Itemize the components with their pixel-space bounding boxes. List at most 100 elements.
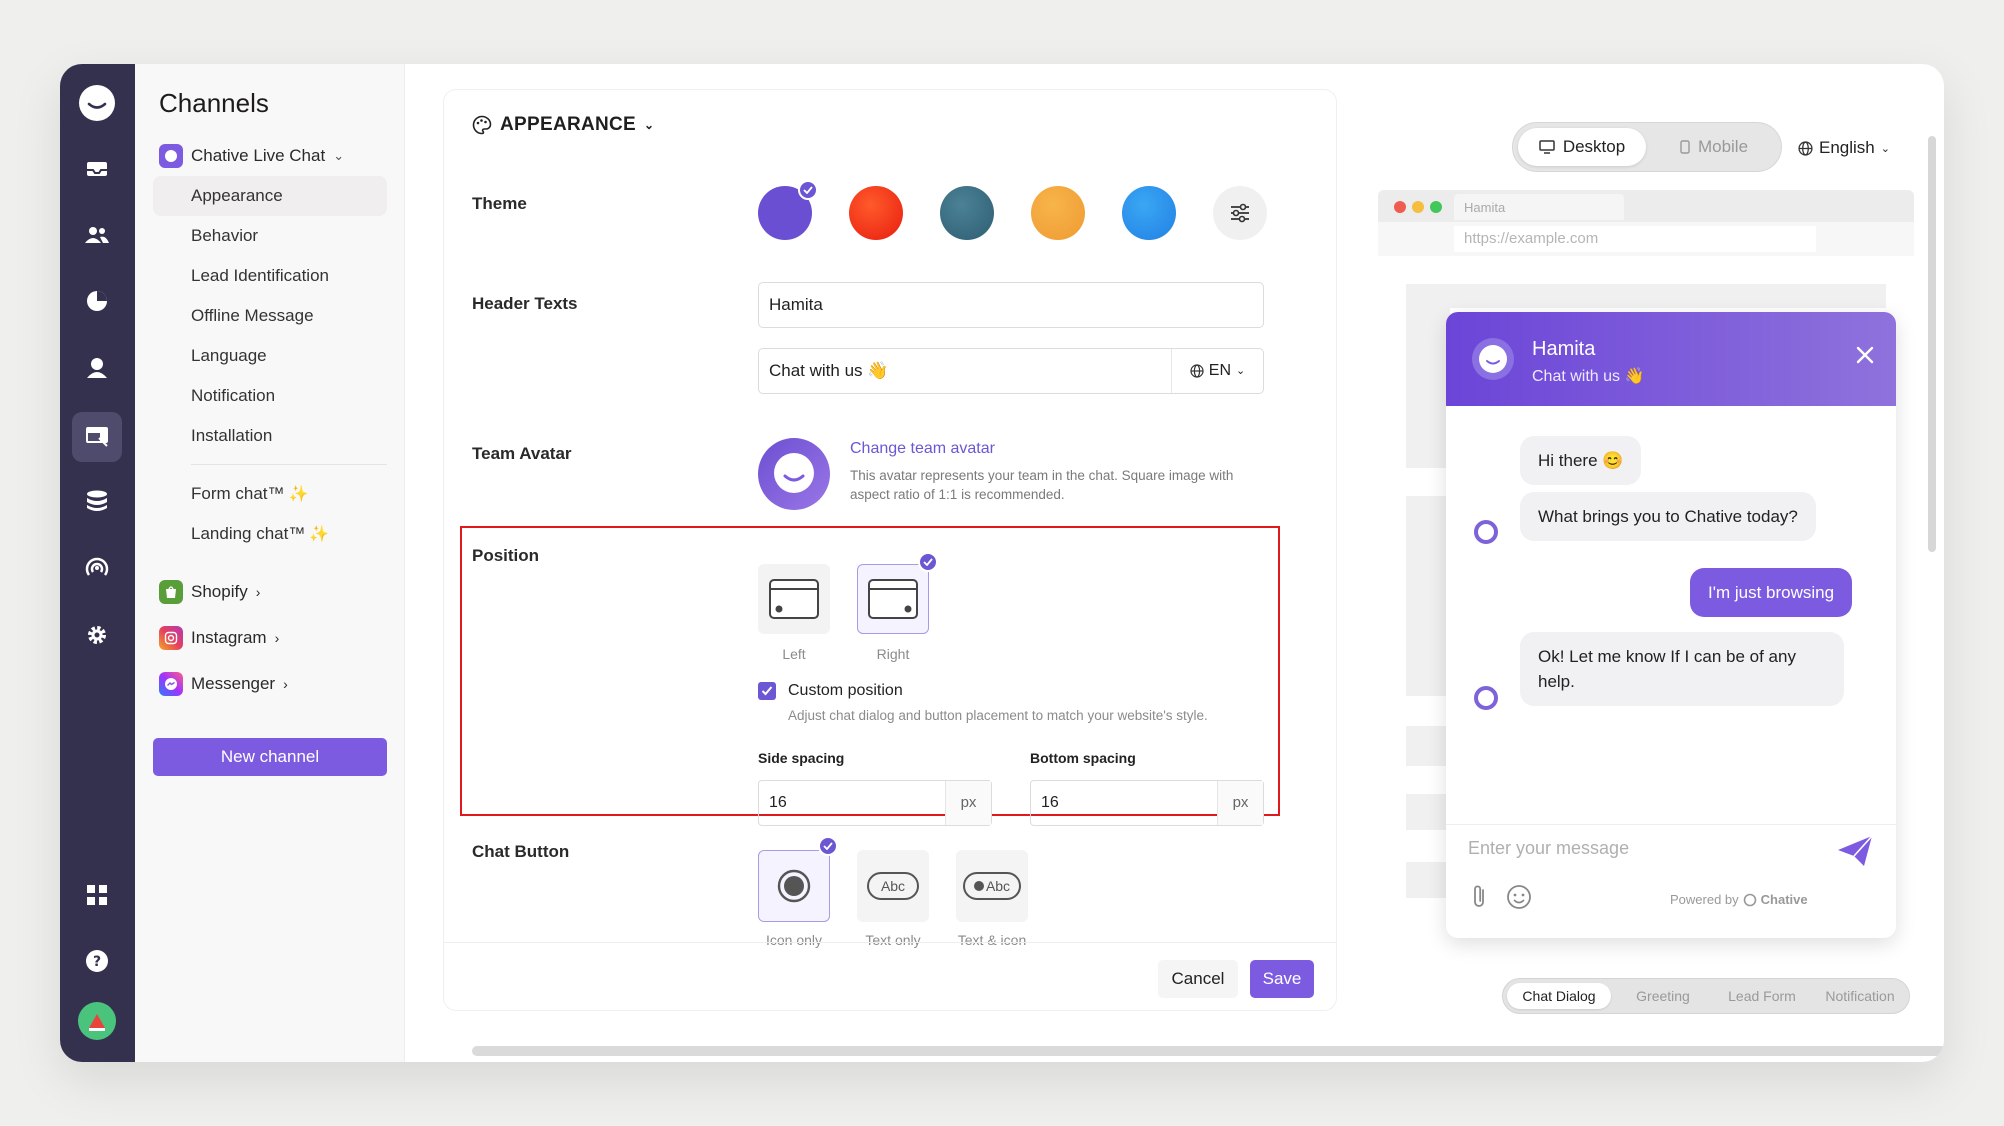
svg-text:?: ? bbox=[93, 954, 101, 970]
sparkle-icon: ✨ bbox=[309, 526, 330, 543]
appearance-header[interactable]: APPEARANCE ⌄ bbox=[472, 114, 654, 136]
team-avatar[interactable] bbox=[758, 438, 830, 510]
sidebar-item-form-chat[interactable]: Form chat™ ✨ bbox=[153, 474, 387, 514]
placeholder-block bbox=[1406, 308, 1450, 468]
powered-by-brand: Chative bbox=[1760, 892, 1808, 907]
preview-language-select[interactable]: English ⌄ bbox=[1798, 130, 1890, 166]
position-right-option[interactable] bbox=[857, 564, 929, 634]
apps-icon[interactable] bbox=[72, 870, 122, 920]
header-language-select[interactable]: EN ⌄ bbox=[1171, 349, 1263, 393]
sidebar-item-language[interactable]: Language bbox=[153, 336, 387, 376]
settings-icon[interactable] bbox=[72, 610, 122, 660]
database-icon[interactable] bbox=[72, 476, 122, 526]
sidebar-item-notification[interactable]: Notification bbox=[153, 376, 387, 416]
bottom-spacing-input[interactable]: 16 px bbox=[1030, 780, 1264, 826]
custom-position-checkbox[interactable] bbox=[758, 682, 776, 700]
channels-icon[interactable] bbox=[72, 412, 122, 462]
new-channel-button[interactable]: New channel bbox=[153, 738, 387, 776]
send-icon[interactable] bbox=[1836, 834, 1874, 873]
close-icon[interactable] bbox=[1856, 346, 1874, 369]
icon-rail: ? bbox=[60, 64, 135, 1062]
channel-shopify[interactable]: Shopify › bbox=[159, 580, 260, 604]
channels-sidebar: Channels Chative Live Chat ⌄ Appearance … bbox=[135, 64, 405, 1062]
device-mobile-tab[interactable]: Mobile bbox=[1653, 128, 1775, 166]
horizontal-scrollbar[interactable] bbox=[472, 1046, 1944, 1056]
change-team-avatar-link[interactable]: Change team avatar bbox=[850, 440, 995, 458]
appearance-card: APPEARANCE ⌄ Theme Header Texts Hamita C… bbox=[444, 90, 1336, 1010]
bottom-spacing-value: 16 bbox=[1041, 794, 1059, 811]
tab-notification[interactable]: Notification bbox=[1813, 983, 1907, 1009]
sidebar-item-landing-chat[interactable]: Landing chat™ ✨ bbox=[153, 514, 387, 554]
logo-icon[interactable] bbox=[72, 78, 122, 128]
header-title-input[interactable]: Hamita bbox=[758, 282, 1264, 328]
attachment-icon[interactable] bbox=[1468, 884, 1490, 915]
theme-swatch-teal[interactable] bbox=[940, 186, 994, 240]
agent-icon[interactable] bbox=[72, 342, 122, 392]
cancel-button[interactable]: Cancel bbox=[1158, 960, 1238, 998]
browser-titlebar: Hamita bbox=[1378, 190, 1914, 222]
device-desktop-tab[interactable]: Desktop bbox=[1518, 128, 1646, 166]
contacts-icon[interactable] bbox=[72, 210, 122, 260]
shopify-icon bbox=[159, 580, 183, 604]
sidebar-item-installation[interactable]: Installation bbox=[153, 416, 387, 456]
chat-button-text-and-icon[interactable]: Abc bbox=[956, 850, 1028, 922]
abc-text: Abc bbox=[985, 878, 1011, 894]
sidebar-item-offline-message[interactable]: Offline Message bbox=[153, 296, 387, 336]
emoji-icon[interactable] bbox=[1506, 884, 1532, 915]
header-subtitle-value: Chat with us 👋 bbox=[769, 361, 889, 380]
sidebar-title: Channels bbox=[159, 88, 269, 118]
theme-swatch-red[interactable] bbox=[849, 186, 903, 240]
appearance-title: APPEARANCE bbox=[500, 114, 637, 135]
sidebar-item-behavior[interactable]: Behavior bbox=[153, 216, 387, 256]
preview-tabs: Chat Dialog Greeting Lead Form Notificat… bbox=[1502, 978, 1910, 1014]
user-avatar[interactable] bbox=[72, 996, 122, 1046]
tab-chat-dialog[interactable]: Chat Dialog bbox=[1507, 983, 1611, 1009]
custom-theme-button[interactable] bbox=[1213, 186, 1267, 240]
scrollbar-thumb[interactable] bbox=[472, 1046, 1944, 1056]
placeholder-block bbox=[1406, 284, 1886, 308]
abc-pill: Abc bbox=[867, 872, 919, 900]
automation-icon[interactable] bbox=[72, 542, 122, 592]
window-left-icon bbox=[769, 579, 819, 619]
tab-lead-form[interactable]: Lead Form bbox=[1713, 983, 1811, 1009]
header-language-value: EN bbox=[1208, 362, 1231, 379]
text-only-label: Text only bbox=[865, 932, 921, 948]
channel-chative-live-chat[interactable]: Chative Live Chat ⌄ bbox=[159, 144, 344, 168]
side-spacing-input[interactable]: 16 px bbox=[758, 780, 992, 826]
channel-messenger[interactable]: Messenger › bbox=[159, 672, 288, 696]
header-texts-label: Header Texts bbox=[472, 294, 578, 313]
selected-check-icon bbox=[818, 836, 838, 856]
tab-greeting[interactable]: Greeting bbox=[1615, 983, 1711, 1009]
agent-mini-avatar bbox=[1474, 686, 1498, 710]
device-mobile-label: Mobile bbox=[1697, 137, 1749, 156]
chat-button-icon-only[interactable] bbox=[758, 850, 830, 922]
icon-only-label: Icon only bbox=[765, 932, 823, 948]
inbox-icon[interactable] bbox=[72, 144, 122, 194]
theme-swatch-orange[interactable] bbox=[1031, 186, 1085, 240]
chevron-down-icon: ⌄ bbox=[644, 118, 655, 132]
chevron-right-icon: › bbox=[274, 630, 280, 646]
position-left-option[interactable] bbox=[758, 564, 830, 634]
vertical-scrollbar[interactable] bbox=[1928, 136, 1936, 552]
powered-by-text: Powered by bbox=[1670, 892, 1739, 907]
save-button[interactable]: Save bbox=[1250, 960, 1314, 998]
channel-name: Messenger bbox=[191, 674, 276, 693]
abc-icon-pill: Abc bbox=[963, 872, 1021, 900]
chat-button-text-only[interactable]: Abc bbox=[857, 850, 929, 922]
globe-icon bbox=[1190, 364, 1204, 378]
widget-message-input[interactable]: Enter your message bbox=[1468, 838, 1629, 859]
browser-url: https://example.com bbox=[1454, 226, 1816, 252]
chat-widget-preview: Hamita Chat with us 👋 Hi there 😊 What br… bbox=[1446, 312, 1896, 938]
sidebar-divider bbox=[191, 464, 387, 465]
help-icon[interactable]: ? bbox=[72, 936, 122, 986]
placeholder-block bbox=[1406, 862, 1450, 898]
sidebar-item-appearance[interactable]: Appearance bbox=[153, 176, 387, 216]
placeholder-block bbox=[1406, 496, 1450, 696]
theme-swatch-blue[interactable] bbox=[1122, 186, 1176, 240]
channel-instagram[interactable]: Instagram › bbox=[159, 626, 279, 650]
chevron-down-icon: ⌄ bbox=[333, 148, 345, 163]
channel-name: Chative Live Chat bbox=[191, 146, 326, 165]
analytics-icon[interactable] bbox=[72, 276, 122, 326]
sidebar-item-lead-identification[interactable]: Lead Identification bbox=[153, 256, 387, 296]
header-subtitle-input[interactable]: Chat with us 👋 EN ⌄ bbox=[758, 348, 1264, 394]
